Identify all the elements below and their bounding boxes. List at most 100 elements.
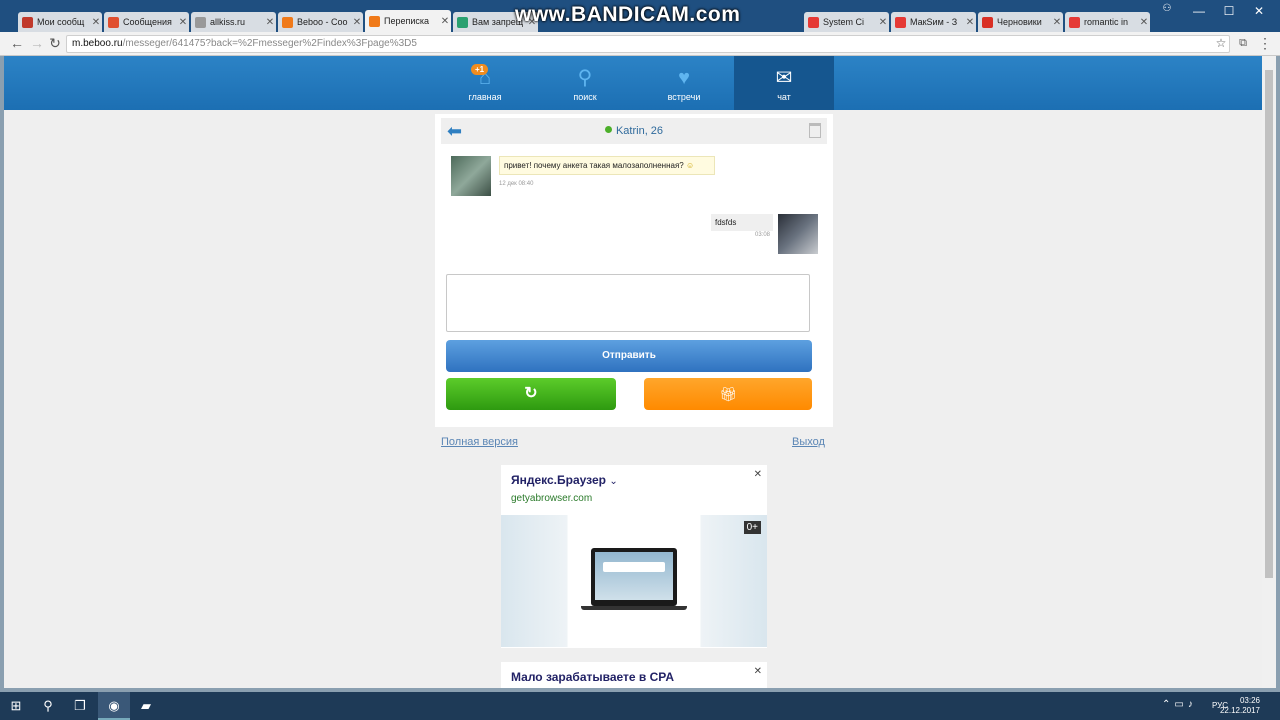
clock-time: 03:26 bbox=[1239, 696, 1260, 705]
tab-close-icon[interactable]: ✕ bbox=[177, 17, 189, 28]
tab-close-icon[interactable]: ✕ bbox=[264, 17, 276, 28]
search-icon[interactable]: ⚲ bbox=[32, 692, 64, 720]
close-window-button[interactable]: ✕ bbox=[1244, 2, 1274, 20]
tab-close-icon[interactable]: ✕ bbox=[439, 16, 451, 27]
browser-tab[interactable]: Переписка ✕ bbox=[365, 10, 451, 32]
reload-icon[interactable]: ↻ bbox=[46, 34, 64, 52]
send-button[interactable]: Отправить bbox=[446, 340, 812, 372]
scrollbar-thumb[interactable] bbox=[1265, 70, 1273, 578]
browser-tab[interactable]: System Ci ✕ bbox=[804, 12, 889, 32]
back-icon[interactable]: ← bbox=[8, 34, 26, 52]
menu-icon[interactable]: ⋮ bbox=[1256, 34, 1274, 52]
tab-label: Переписка bbox=[384, 16, 430, 26]
message-time: 03:08 bbox=[755, 232, 771, 238]
browser-tab[interactable]: allkiss.ru ✕ bbox=[191, 12, 276, 32]
address-bar: ← → ↻ m.beboo.ru/messeger/641475?back=%2… bbox=[0, 32, 1280, 56]
nav-home[interactable]: ⌂ +1 главная bbox=[435, 56, 535, 110]
tab-favicon-icon bbox=[895, 16, 906, 28]
gift-icon: 🎁︎ bbox=[719, 386, 737, 402]
logout-link[interactable]: Выход bbox=[792, 436, 825, 448]
start-icon[interactable]: ⊞ bbox=[0, 692, 32, 720]
tab-close-icon[interactable]: ✕ bbox=[1138, 17, 1150, 28]
my-avatar[interactable] bbox=[778, 214, 818, 254]
forward-icon[interactable]: → bbox=[28, 34, 46, 52]
clock-date: 22.12.2017 bbox=[1219, 706, 1260, 715]
browser-tab[interactable]: Мои сообщ ✕ bbox=[18, 12, 102, 32]
tab-close-icon[interactable]: ✕ bbox=[1051, 17, 1063, 28]
browser-tab[interactable]: МакSим - З ✕ bbox=[891, 12, 976, 32]
profile-icon[interactable]: ⚇ bbox=[1152, 0, 1182, 18]
url-input[interactable]: m.beboo.ru/messeger/641475?back=%2Fmesse… bbox=[66, 35, 1230, 53]
taskbar: ⊞ ⚲ ❐ ◉ ▰ ⌃▭♪ РУС 03:26 22.12.2017 bbox=[0, 692, 1280, 720]
nav-meetings-label: встречи bbox=[667, 92, 701, 102]
refresh-button[interactable]: ↻ bbox=[446, 378, 616, 410]
url-host: m.beboo.ru bbox=[72, 38, 123, 49]
browser-tab[interactable]: romantic in ✕ bbox=[1065, 12, 1150, 32]
ad-image[interactable]: 0+ bbox=[501, 515, 767, 647]
nav-search[interactable]: ⚲ поиск bbox=[535, 56, 635, 110]
tab-label: romantic in bbox=[1084, 17, 1129, 27]
tab-label: allkiss.ru bbox=[210, 17, 246, 27]
nav-chat[interactable]: ✉ чат bbox=[734, 56, 834, 110]
browser-tab[interactable]: Черновики ✕ bbox=[978, 12, 1063, 32]
full-version-link[interactable]: Полная версия bbox=[441, 436, 518, 448]
nav-meetings[interactable]: ♥ встречи bbox=[634, 56, 734, 110]
maximize-button[interactable]: ☐ bbox=[1214, 2, 1244, 20]
ad-title[interactable]: Мало зарабатываете в CPA bbox=[511, 670, 674, 684]
bookmark-star-icon[interactable]: ☆ bbox=[1212, 34, 1230, 52]
tab-favicon-icon bbox=[108, 16, 119, 28]
tray-icons[interactable]: ⌃▭♪ bbox=[1162, 699, 1197, 710]
browser-tab[interactable]: Beboo - Соо ✕ bbox=[278, 12, 363, 32]
clock[interactable]: 03:26 22.12.2017 bbox=[1220, 696, 1260, 716]
contact-name[interactable]: Katrin, 26 bbox=[441, 125, 827, 137]
smiley-icon: ☺ bbox=[685, 161, 695, 170]
nav-chat-label: чат bbox=[777, 92, 791, 102]
tab-favicon-icon bbox=[195, 16, 206, 28]
refresh-icon: ↻ bbox=[524, 385, 538, 402]
message-bubble-outgoing: fdsfds bbox=[711, 214, 773, 231]
tab-close-icon[interactable]: ✕ bbox=[964, 17, 976, 28]
tab-favicon-icon bbox=[982, 16, 993, 28]
laptop-illustration bbox=[591, 548, 677, 606]
tab-favicon-icon bbox=[1069, 16, 1080, 28]
extension-icon[interactable]: ⧉ bbox=[1234, 34, 1252, 52]
tab-favicon-icon bbox=[457, 16, 468, 28]
scrollbar[interactable] bbox=[1262, 56, 1276, 688]
contact-avatar[interactable] bbox=[451, 156, 491, 196]
ad-title[interactable]: Яндекс.Браузер ⌄ bbox=[511, 473, 618, 487]
ad-banner[interactable]: Мало зарабатываете в CPA ✕ bbox=[501, 662, 767, 688]
task-view-icon[interactable]: ❐ bbox=[64, 692, 96, 720]
tab-label: Сообщения bbox=[123, 17, 172, 27]
ad-url[interactable]: getyabrowser.com bbox=[511, 493, 592, 504]
message-time: 12 дек 08:40 bbox=[499, 181, 534, 187]
mail-icon: ✉ bbox=[775, 67, 793, 89]
tab-label: МакSим - З bbox=[910, 17, 958, 27]
tab-close-icon[interactable]: ✕ bbox=[877, 17, 889, 28]
gift-button[interactable]: 🎁︎ bbox=[644, 378, 812, 410]
notification-badge: +1 bbox=[471, 64, 489, 75]
browser-tab[interactable]: Сообщения ✕ bbox=[104, 12, 189, 32]
message-input[interactable] bbox=[446, 274, 810, 332]
message-bubble-incoming: привет! почему анкета такая малозаполнен… bbox=[499, 156, 715, 175]
close-icon[interactable]: ✕ bbox=[754, 666, 762, 677]
close-icon[interactable]: ✕ bbox=[754, 469, 762, 480]
message-text: привет! почему анкета такая малозаполнен… bbox=[504, 161, 684, 170]
tab-favicon-icon bbox=[808, 16, 819, 28]
tab-label: Черновики bbox=[997, 17, 1042, 27]
trash-icon[interactable] bbox=[809, 123, 821, 138]
online-status-icon bbox=[604, 126, 612, 133]
tab-label: System Ci bbox=[823, 17, 865, 27]
chat-header: ⬅ Katrin, 26 bbox=[441, 118, 827, 144]
ad-banner[interactable]: Яндекс.Браузер ⌄ ✕ getyabrowser.com 0+ bbox=[501, 465, 767, 648]
tab-label: Beboo - Соо bbox=[297, 17, 348, 27]
minimize-button[interactable]: — bbox=[1184, 2, 1214, 20]
site-nav: ⌂ +1 главная ⚲ поиск ♥ встречи ✉ чат bbox=[4, 56, 1262, 110]
tab-close-icon[interactable]: ✕ bbox=[351, 17, 363, 28]
tab-close-icon[interactable]: ✕ bbox=[90, 17, 102, 28]
chrome-icon[interactable]: ◉ bbox=[98, 692, 130, 720]
nav-home-label: главная bbox=[468, 92, 502, 102]
url-path: /messeger/641475?back=%2Fmesseger%2Finde… bbox=[122, 38, 417, 49]
app-icon[interactable]: ▰ bbox=[130, 692, 162, 720]
nav-search-label: поиск bbox=[573, 92, 597, 102]
search-icon: ⚲ bbox=[577, 67, 593, 89]
